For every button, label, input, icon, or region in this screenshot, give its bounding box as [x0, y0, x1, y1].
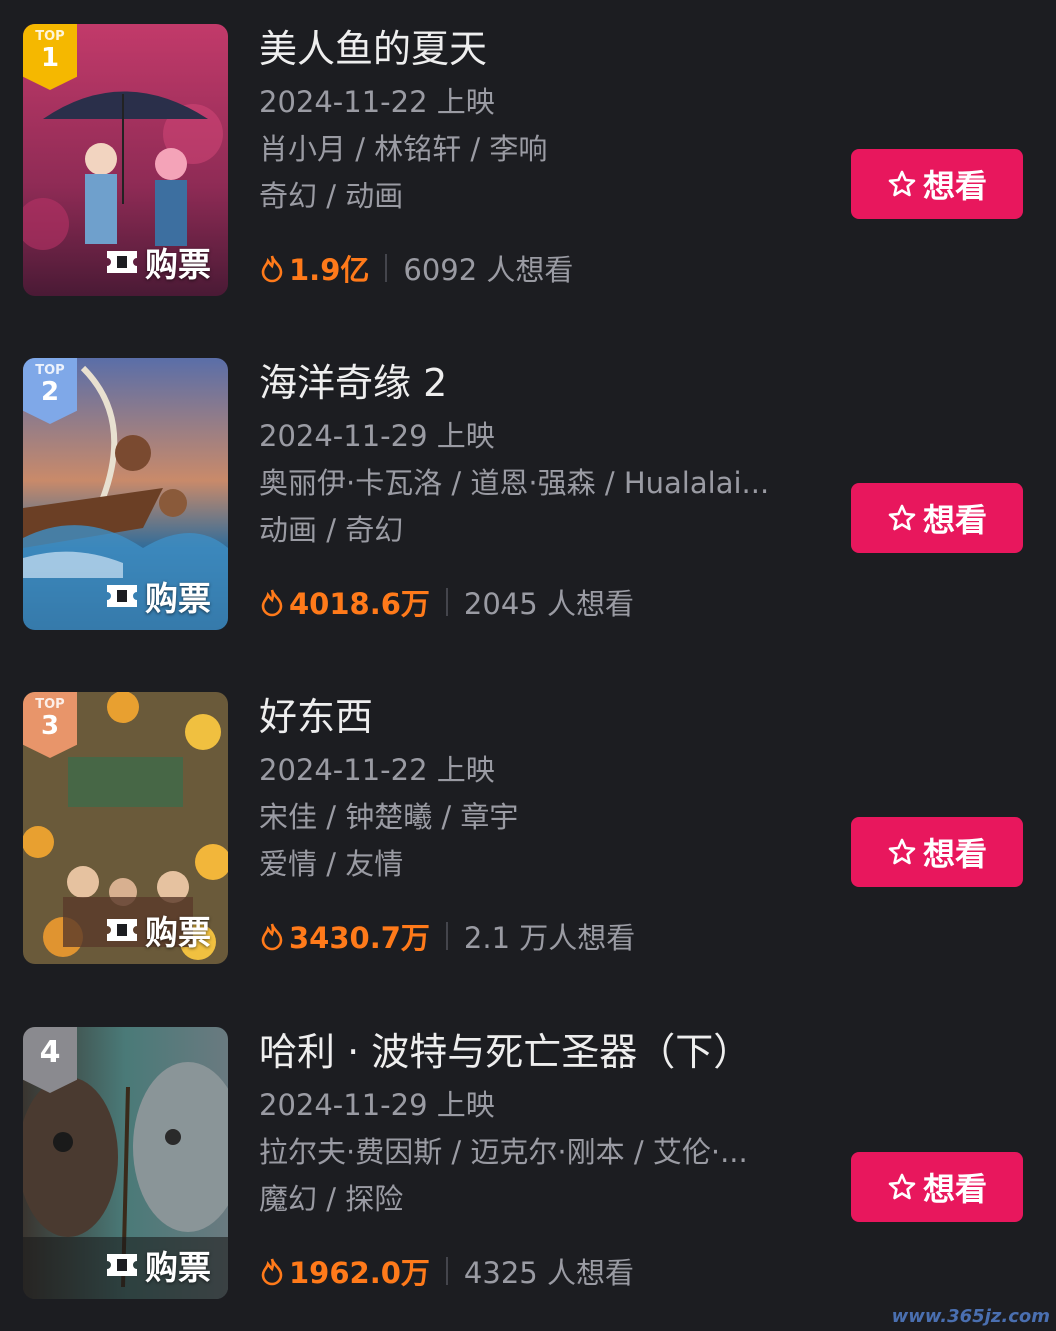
movie-item[interactable]: TOP 3 购票 好东西 2024-11-22 上映 宋佳 / 钟楚曦 / 章宇…	[0, 692, 1056, 972]
movie-stats: 1962.0万 4325 人想看	[259, 1251, 634, 1291]
want-to-see-button[interactable]: 想看	[851, 817, 1023, 887]
flame-icon	[261, 255, 283, 283]
heat-value: 1.9亿	[259, 247, 369, 289]
buy-ticket-button[interactable]: 购票	[105, 1243, 211, 1287]
ticket-icon	[107, 919, 137, 941]
movie-title[interactable]: 哈利 · 波特与死亡圣器（下）	[259, 1029, 751, 1075]
want-count: 2.1 万人想看	[463, 921, 636, 955]
movie-list: TOP 1 购票 美人鱼的夏天 2024-11-22 上映 肖小月 / 林铭轩 …	[0, 0, 1056, 1331]
rank-badge: TOP 1	[23, 24, 77, 90]
movie-poster[interactable]: TOP 1 购票	[23, 24, 228, 296]
want-button-label: 想看	[922, 501, 987, 539]
movie-title[interactable]: 美人鱼的夏天	[259, 26, 487, 72]
buy-ticket-button[interactable]: 购票	[105, 240, 211, 284]
cast-list: 宋佳 / 钟楚曦 / 章宇	[259, 800, 519, 834]
movie-stats: 1.9亿 6092 人想看	[259, 248, 573, 288]
release-date: 2024-11-29 上映	[259, 419, 495, 453]
movie-stats: 4018.6万 2045 人想看	[259, 582, 634, 622]
movie-poster[interactable]: 4 购票	[23, 1027, 228, 1299]
rank-top-label: TOP	[35, 29, 65, 44]
flame-icon	[261, 1258, 283, 1286]
movie-item[interactable]: TOP 2 购票 海洋奇缘 2 2024-11-29 上映 奥丽伊·卡瓦洛 / …	[0, 358, 1056, 638]
movie-title[interactable]: 海洋奇缘 2	[259, 360, 447, 406]
cast-list: 拉尔夫·费因斯 / 迈克尔·刚本 / 艾伦·...	[259, 1135, 748, 1169]
ticket-icon	[107, 251, 137, 273]
heat-value: 4018.6万	[259, 581, 430, 623]
flame-icon	[261, 923, 283, 951]
want-button-label: 想看	[922, 167, 987, 205]
divider	[385, 254, 388, 282]
heat-value: 3430.7万	[259, 915, 430, 957]
buy-label: 购票	[145, 579, 211, 618]
cast-list: 肖小月 / 林铭轩 / 李响	[259, 132, 548, 166]
genre-list: 魔幻 / 探险	[259, 1182, 404, 1216]
rank-number: 2	[40, 377, 60, 407]
want-button-label: 想看	[922, 1170, 987, 1208]
want-count: 6092 人想看	[403, 253, 574, 287]
release-date: 2024-11-22 上映	[259, 85, 495, 119]
divider	[445, 922, 448, 950]
buy-ticket-button[interactable]: 购票	[105, 908, 211, 952]
watermark: www.365jz.com	[891, 1306, 1050, 1327]
movie-title[interactable]: 好东西	[259, 694, 373, 740]
movie-item[interactable]: 4 购票 哈利 · 波特与死亡圣器（下） 2024-11-29 上映 拉尔夫·费…	[0, 1027, 1056, 1307]
cast-list: 奥丽伊·卡瓦洛 / 道恩·强森 / Hualalai...	[259, 466, 770, 500]
buy-label: 购票	[145, 913, 211, 952]
rank-number: 3	[40, 711, 60, 741]
movie-poster[interactable]: TOP 3 购票	[23, 692, 228, 964]
release-date: 2024-11-29 上映	[259, 1088, 495, 1122]
rank-badge: TOP 3	[23, 692, 77, 758]
want-count: 4325 人想看	[463, 1256, 634, 1290]
want-to-see-button[interactable]: 想看	[851, 483, 1023, 553]
rank-top-label: TOP	[35, 697, 65, 712]
genre-list: 奇幻 / 动画	[259, 179, 404, 213]
heat-value: 1962.0万	[259, 1250, 430, 1292]
buy-label: 购票	[145, 1248, 211, 1287]
star-icon	[888, 838, 916, 865]
movie-item[interactable]: TOP 1 购票 美人鱼的夏天 2024-11-22 上映 肖小月 / 林铭轩 …	[0, 24, 1056, 304]
star-icon	[888, 170, 916, 197]
want-button-label: 想看	[922, 835, 987, 873]
want-to-see-button[interactable]: 想看	[851, 149, 1023, 219]
flame-icon	[261, 589, 283, 617]
release-date: 2024-11-22 上映	[259, 753, 495, 787]
buy-label: 购票	[145, 245, 211, 284]
divider	[445, 1257, 448, 1285]
star-icon	[888, 1173, 916, 1200]
want-count: 2045 人想看	[463, 587, 634, 621]
genre-list: 爱情 / 友情	[259, 847, 404, 881]
movie-poster[interactable]: TOP 2 购票	[23, 358, 228, 630]
rank-badge: 4	[23, 1027, 77, 1093]
ticket-icon	[107, 1254, 137, 1276]
rank-badge: TOP 2	[23, 358, 77, 424]
ticket-icon	[107, 585, 137, 607]
rank-number: 1	[40, 43, 60, 73]
want-to-see-button[interactable]: 想看	[851, 1152, 1023, 1222]
genre-list: 动画 / 奇幻	[259, 513, 404, 547]
rank-top-label: TOP	[35, 363, 65, 378]
divider	[445, 588, 448, 616]
rank-number: 4	[39, 1035, 61, 1070]
star-icon	[888, 504, 916, 531]
buy-ticket-button[interactable]: 购票	[105, 574, 211, 618]
movie-stats: 3430.7万 2.1 万人想看	[259, 916, 635, 956]
